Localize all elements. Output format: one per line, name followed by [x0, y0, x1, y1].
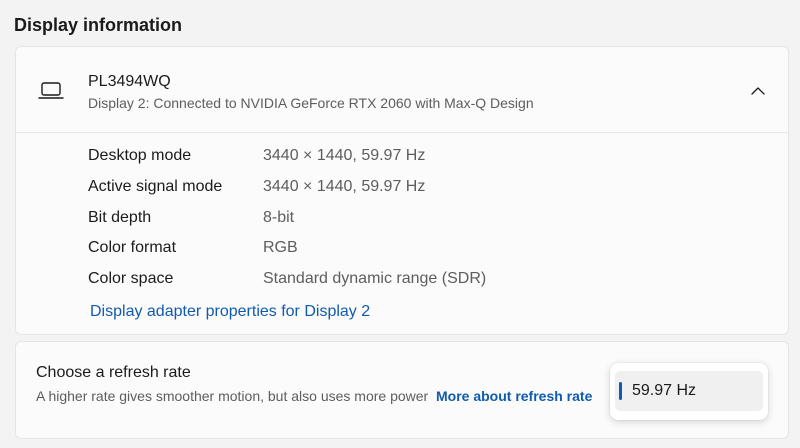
info-value: 3440 × 1440, 59.97 Hz	[263, 147, 426, 164]
refresh-rate-option-selected[interactable]: 59.97 Hz	[615, 371, 763, 411]
info-row-desktop-mode: Desktop mode 3440 × 1440, 59.97 Hz	[88, 147, 738, 178]
refresh-rate-description: A higher rate gives smoother motion, but…	[36, 386, 596, 406]
display-info-table: Desktop mode 3440 × 1440, 59.97 Hz Activ…	[88, 147, 738, 301]
chevron-up-icon	[751, 87, 765, 95]
info-label: Desktop mode	[88, 147, 192, 164]
more-about-refresh-rate-link[interactable]: More about refresh rate	[436, 388, 592, 404]
display-description: Display 2: Connected to NVIDIA GeForce R…	[88, 95, 534, 111]
info-value: 8-bit	[263, 208, 295, 226]
display-name: PL3494WQ	[88, 73, 171, 90]
info-label: Active signal mode	[88, 177, 223, 195]
section-title: Display information	[14, 15, 183, 35]
info-value: 3440 × 1440, 59.97 Hz	[263, 177, 426, 195]
laptop-icon	[38, 82, 64, 99]
selected-indicator	[619, 382, 622, 400]
info-label: Bit depth	[88, 208, 152, 226]
info-label: Color space	[88, 270, 174, 288]
info-label: Color format	[88, 239, 177, 257]
refresh-rate-dropdown[interactable]: 59.97 Hz	[610, 363, 768, 420]
info-value: RGB	[263, 239, 298, 257]
info-row-active-signal-mode: Active signal mode 3440 × 1440, 59.97 Hz	[88, 178, 738, 209]
refresh-rate-description-text: A higher rate gives smoother motion, but…	[36, 388, 429, 404]
info-row-color-format: Color format RGB	[88, 239, 738, 270]
info-row-color-space: Color space Standard dynamic range (SDR)	[88, 270, 738, 301]
display-header[interactable]: PL3494WQ Display 2: Connected to NVIDIA …	[16, 47, 788, 133]
info-value: Standard dynamic range (SDR)	[263, 270, 487, 288]
info-row-bit-depth: Bit depth 8-bit	[88, 209, 738, 240]
display-adapter-properties-link[interactable]: Display adapter properties for Display 2	[90, 303, 370, 321]
refresh-rate-title: Choose a refresh rate	[36, 364, 191, 381]
refresh-rate-card: Choose a refresh rate A higher rate give…	[15, 341, 789, 439]
collapse-button[interactable]	[742, 75, 774, 107]
display-card: PL3494WQ Display 2: Connected to NVIDIA …	[15, 46, 789, 335]
refresh-rate-option-label: 59.97 Hz	[632, 382, 697, 399]
